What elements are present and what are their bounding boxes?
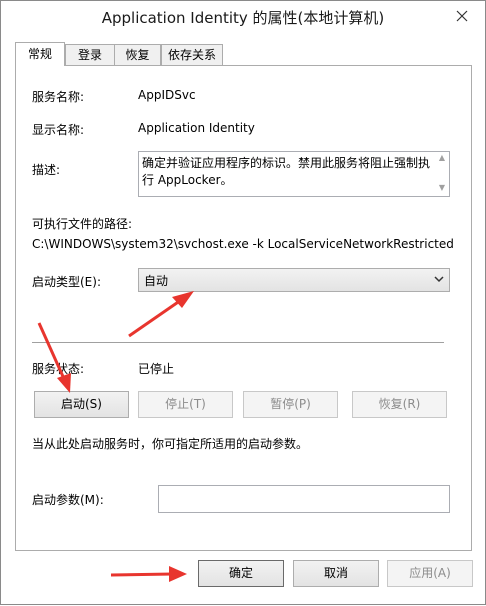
display-name-label: 显示名称: xyxy=(32,123,85,137)
general-panel: 服务名称: AppIDSvc 显示名称: Application Identit… xyxy=(15,65,472,551)
startup-type-select[interactable]: 自动 xyxy=(138,268,450,292)
apply-button[interactable]: 应用(A) xyxy=(387,560,473,587)
tab-general[interactable]: 常规 xyxy=(15,42,65,66)
start-params-label: 启动参数(M): xyxy=(32,493,104,507)
close-button[interactable] xyxy=(449,4,475,28)
startup-type-label: 启动类型(E): xyxy=(32,275,101,289)
service-status-value: 已停止 xyxy=(138,362,175,376)
start-button[interactable]: 启动(S) xyxy=(34,391,129,418)
scroll-down-icon[interactable]: ▼ xyxy=(436,183,448,195)
service-name-value: AppIDSvc xyxy=(138,88,196,102)
start-params-hint: 当从此处启动服务时，你可指定所适用的启动参数。 xyxy=(32,437,309,451)
tab-dependencies[interactable]: 依存关系 xyxy=(161,44,223,65)
tab-recovery[interactable]: 恢复 xyxy=(114,44,161,65)
title-bar: Application Identity 的属性(本地计算机) xyxy=(1,1,485,33)
display-name-value: Application Identity xyxy=(138,121,255,135)
dropdown-arrow-icon xyxy=(434,276,444,283)
window-title: Application Identity 的属性(本地计算机) xyxy=(101,9,385,27)
service-properties-dialog: Application Identity 的属性(本地计算机) 常规 登录 恢复… xyxy=(0,0,486,605)
path-value: C:\WINDOWS\system32\svchost.exe -k Local… xyxy=(32,237,454,251)
description-text: 确定并验证应用程序的标识。禁用此服务将阻止强制执行 AppLocker。 xyxy=(142,156,431,187)
cancel-button[interactable]: 取消 xyxy=(293,560,379,587)
annotation-arrow-icon xyxy=(110,566,187,582)
tab-logon[interactable]: 登录 xyxy=(65,44,115,65)
separator xyxy=(32,342,444,343)
close-icon xyxy=(456,10,468,22)
scroll-up-icon[interactable]: ▲ xyxy=(436,153,448,165)
description-label: 描述: xyxy=(32,163,61,177)
start-params-input[interactable] xyxy=(158,485,450,513)
stop-button[interactable]: 停止(T) xyxy=(138,391,233,418)
resume-button[interactable]: 恢复(R) xyxy=(352,391,447,418)
startup-type-value: 自动 xyxy=(144,274,169,288)
description-box[interactable]: 确定并验证应用程序的标识。禁用此服务将阻止强制执行 AppLocker。 ▲ ▼ xyxy=(138,151,450,197)
service-name-label: 服务名称: xyxy=(32,90,85,104)
pause-button[interactable]: 暂停(P) xyxy=(243,391,338,418)
ok-button[interactable]: 确定 xyxy=(198,560,284,587)
path-label: 可执行文件的路径: xyxy=(32,217,133,231)
service-status-label: 服务状态: xyxy=(32,362,85,376)
